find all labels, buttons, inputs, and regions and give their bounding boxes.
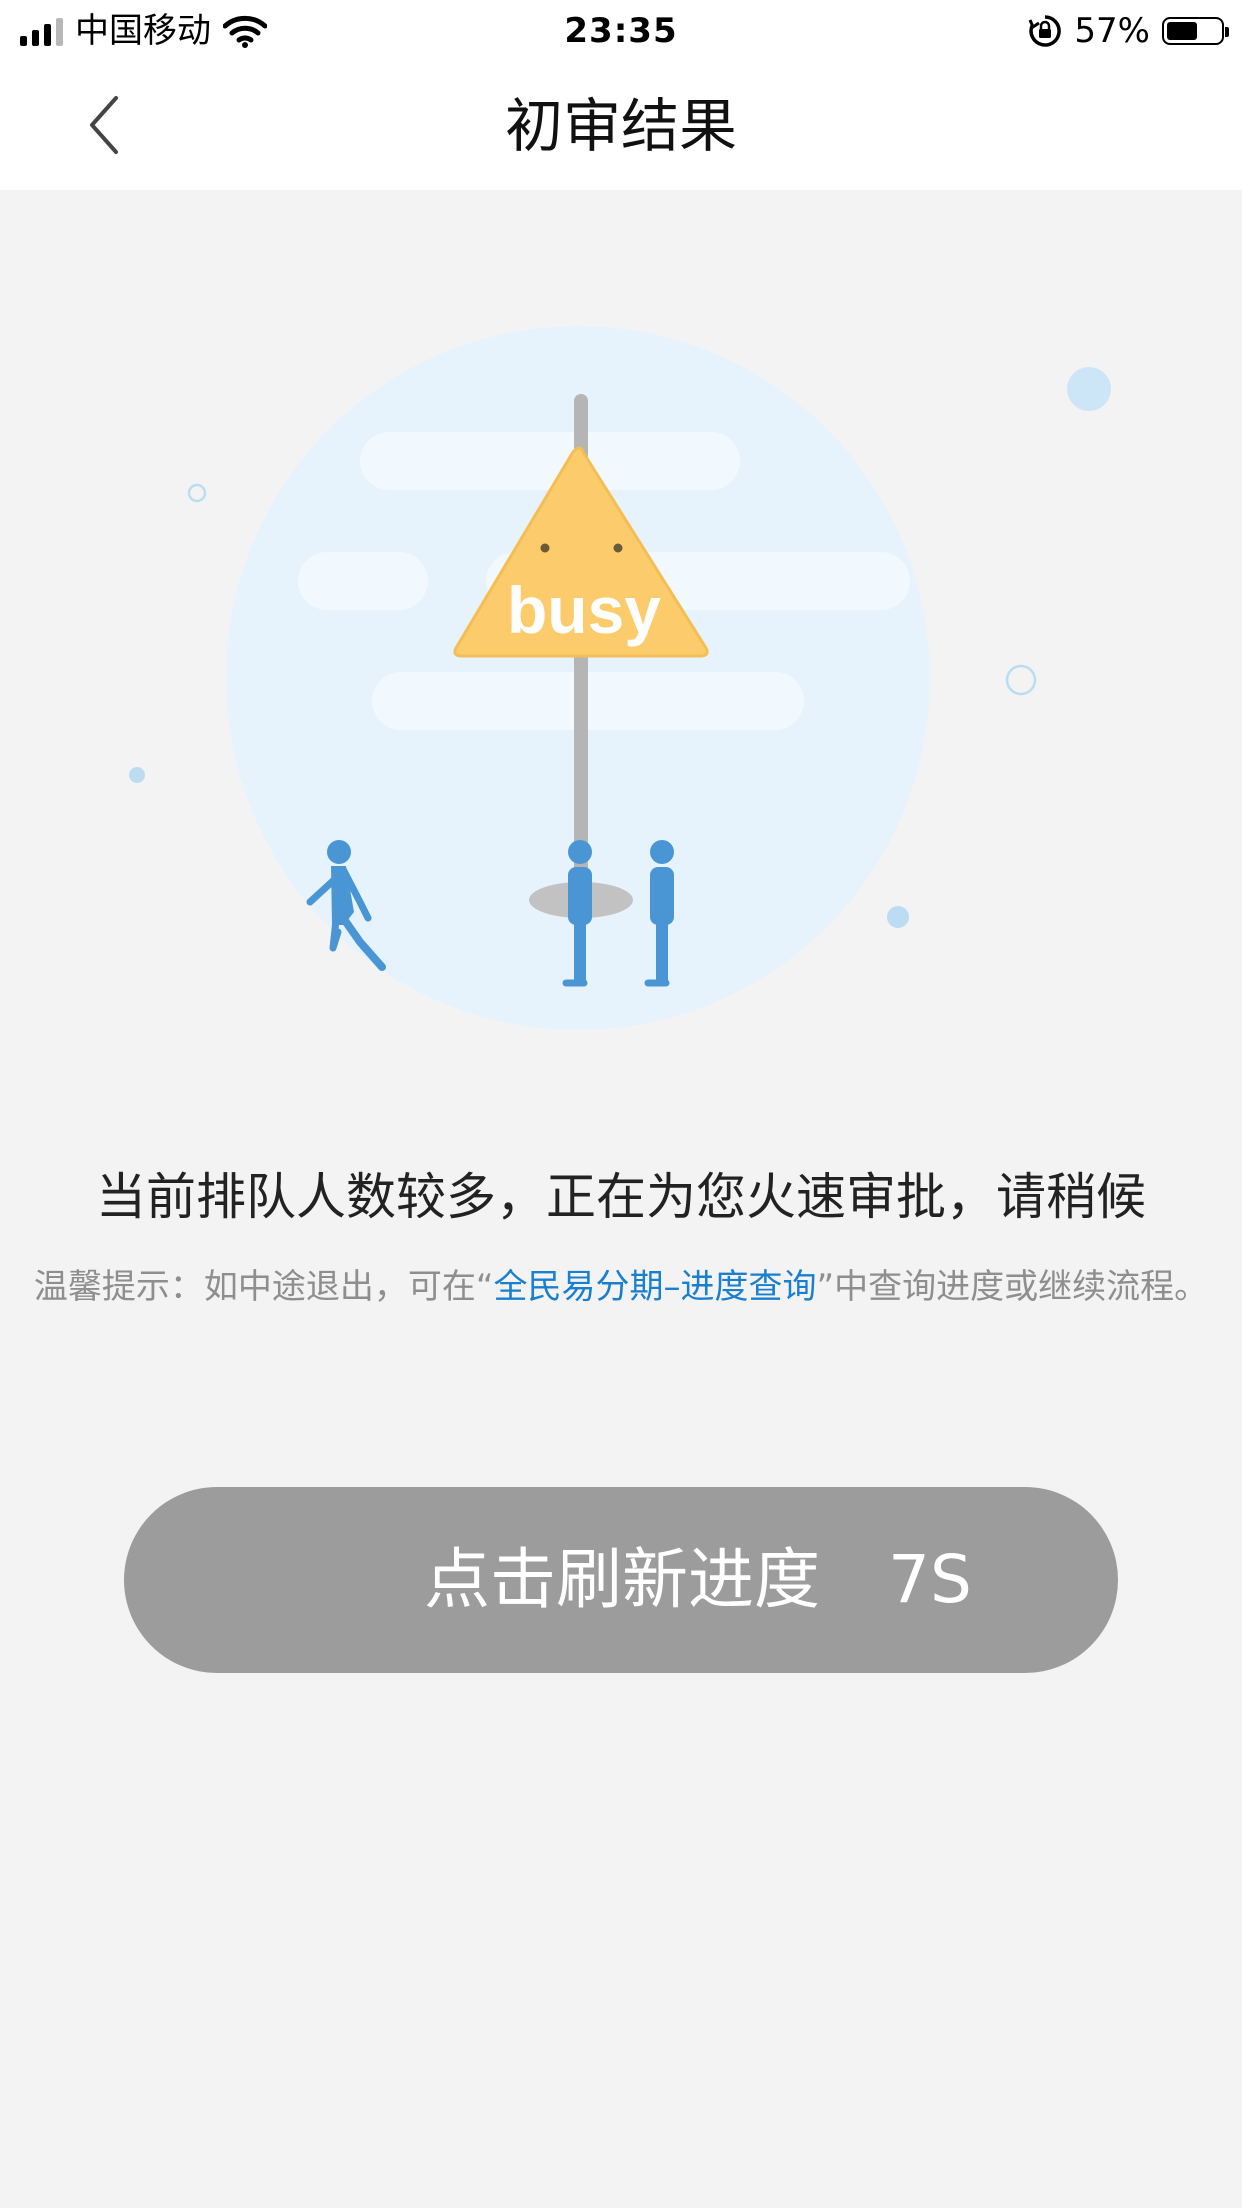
rotation-lock-icon xyxy=(1029,15,1062,47)
sign-text: busy xyxy=(507,573,661,647)
cloud xyxy=(298,552,428,610)
refresh-button-label: 点击刷新进度 xyxy=(424,1541,820,1618)
cloud xyxy=(360,432,740,490)
decor-dot xyxy=(187,483,207,503)
decor-dot xyxy=(887,906,909,928)
refresh-countdown: 7S xyxy=(888,1541,972,1618)
status-bar: 中国移动 23:35 57% xyxy=(0,0,1242,62)
tip-message: 温馨提示：如中途退出，可在“全民易分期–进度查询”中查询进度或继续流程。 xyxy=(30,1260,1212,1314)
decor-dot xyxy=(1067,367,1111,411)
decor-dot xyxy=(1005,664,1037,696)
battery-icon xyxy=(1162,17,1229,45)
sign-eye xyxy=(613,543,623,553)
queue-message: 当前排队人数较多，正在为您火速审批，请稍候 xyxy=(96,1168,1146,1226)
sign-eye xyxy=(540,543,550,553)
page-title: 初审结果 xyxy=(504,92,737,160)
decor-dot xyxy=(129,767,145,783)
tip-prefix: 温馨提示：如中途退出，可在“ xyxy=(33,1267,494,1307)
busy-illustration: busy xyxy=(0,190,1242,1090)
progress-query-link[interactable]: 全民易分期–进度查询 xyxy=(494,1267,817,1307)
status-bar-right: 57% xyxy=(1028,8,1229,54)
battery-percent: 57% xyxy=(1074,11,1150,51)
refresh-progress-button[interactable]: 点击刷新进度 7S xyxy=(124,1487,1118,1673)
nav-bar: 初审结果 xyxy=(0,62,1242,190)
tip-suffix: ”中查询进度或继续流程。 xyxy=(816,1267,1209,1307)
